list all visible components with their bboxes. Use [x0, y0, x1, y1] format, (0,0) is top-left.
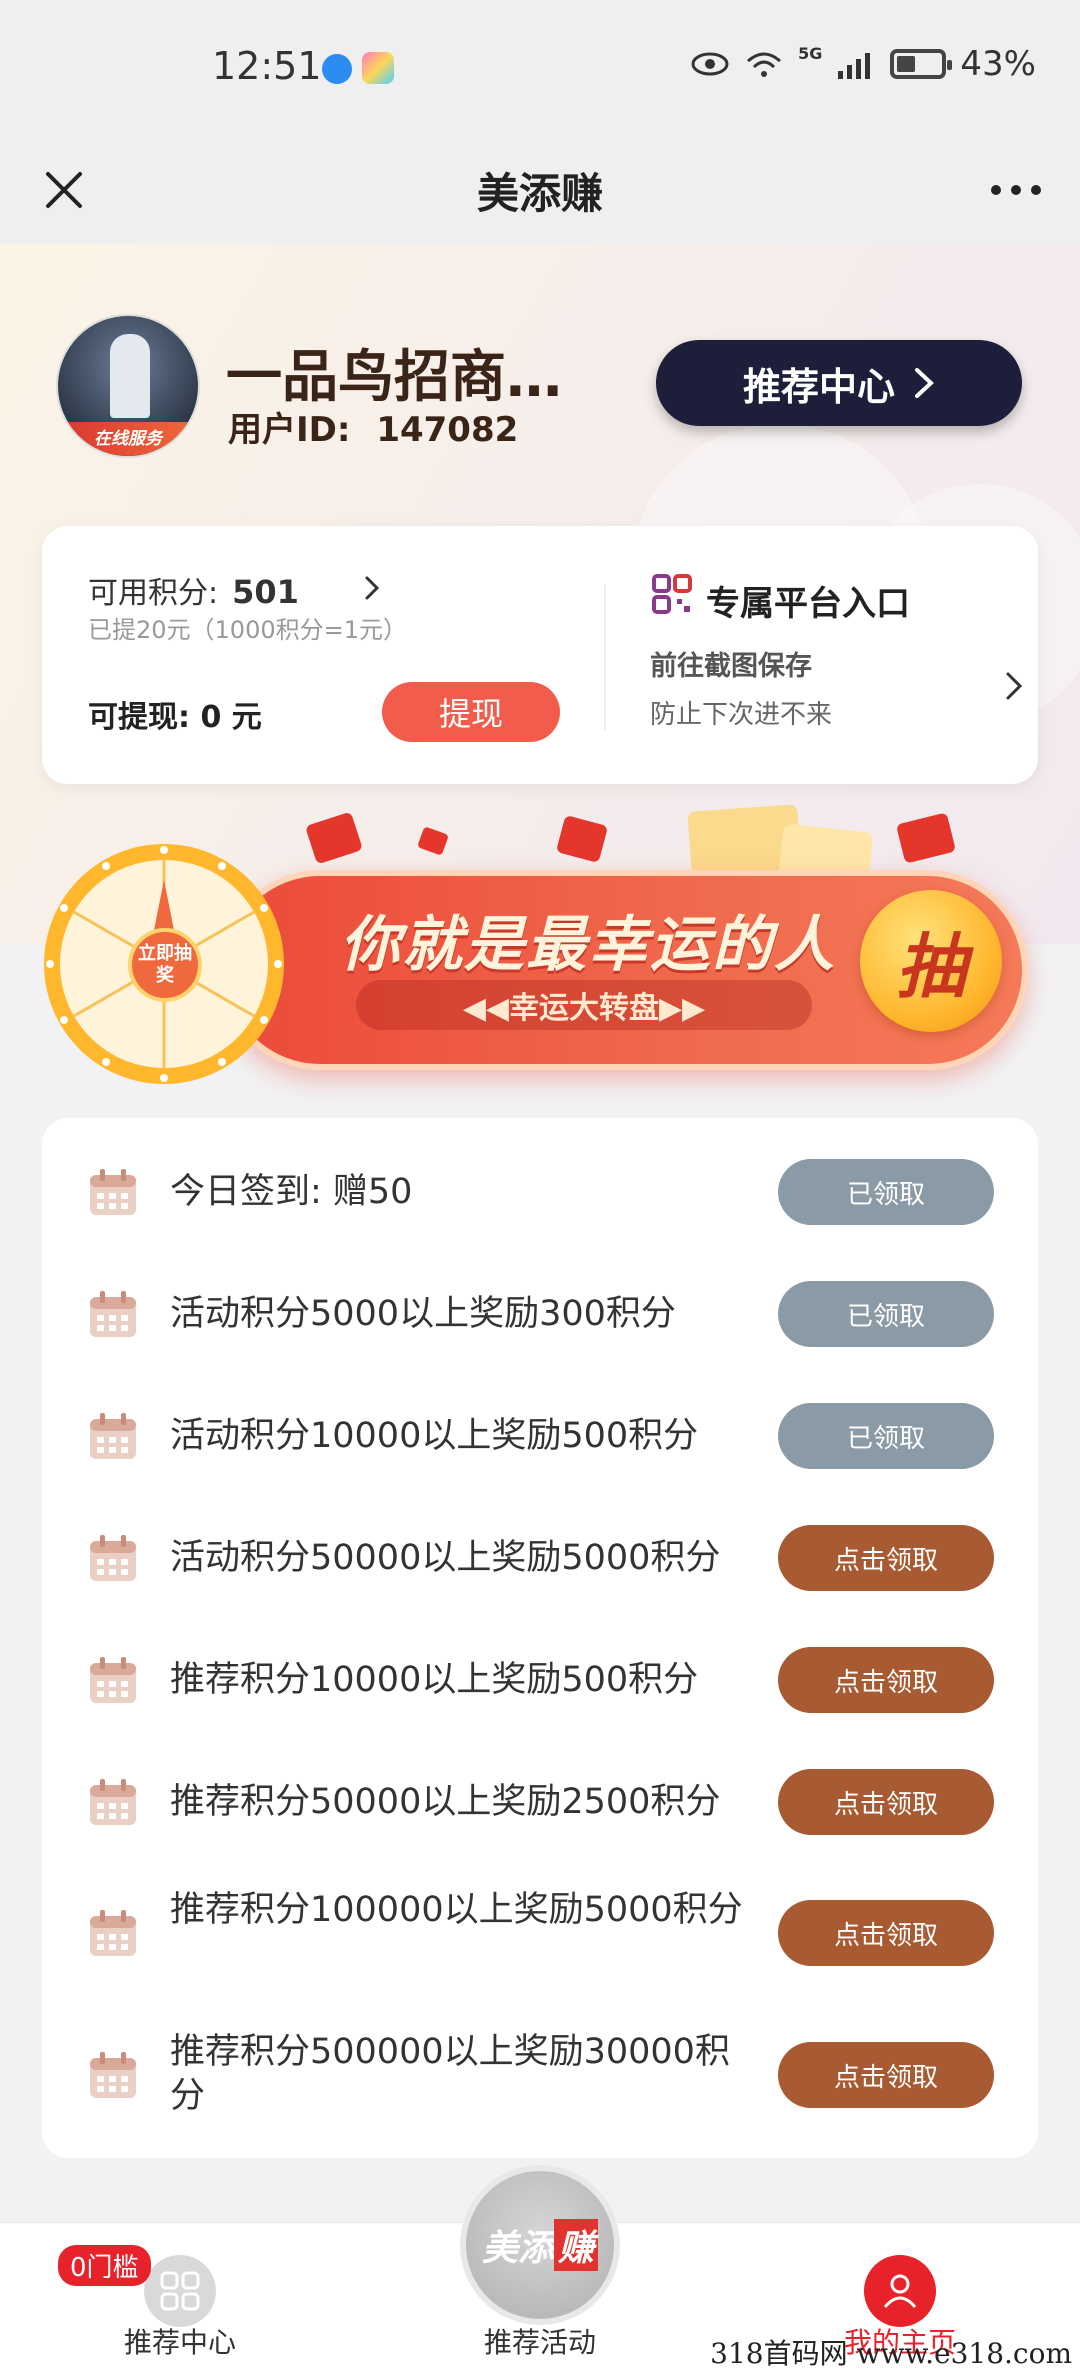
user-icon: [864, 2255, 936, 2327]
network-type: 5G: [798, 44, 823, 63]
points-detail-button[interactable]: [352, 568, 392, 608]
calendar-icon: [90, 1169, 136, 1215]
task-row: 推荐积分10000以上奖励500积分 点击领取: [42, 1634, 1038, 1726]
calendar-icon: [90, 1413, 136, 1459]
task-row: 活动积分50000以上奖励5000积分 点击领取: [42, 1512, 1038, 1604]
task-claim-button[interactable]: 点击领取: [778, 1525, 994, 1591]
task-label: 推荐积分10000以上奖励500积分: [170, 1660, 699, 1700]
more-button[interactable]: [982, 156, 1050, 224]
calendar-icon: [90, 1910, 136, 1956]
calendar-icon: [90, 1657, 136, 1703]
lottery-subtitle: ◀◀幸运大转盘▶▶: [356, 980, 812, 1030]
notification-app-icon: [322, 54, 352, 84]
user-id: 用户ID: 147082: [228, 402, 518, 451]
task-label: 推荐积分50000以上奖励2500积分: [170, 1782, 721, 1822]
task-label: 活动积分50000以上奖励5000积分: [170, 1538, 721, 1578]
grid-icon: [144, 2255, 216, 2327]
task-claim-button[interactable]: 点击领取: [778, 1769, 994, 1835]
task-row: 推荐积分500000以上奖励30000积分 点击领取: [42, 2020, 1038, 2130]
user-id-label: 用户ID:: [228, 410, 351, 450]
tasks-card: 今日签到: 赠50 已领取 活动积分5000以上奖励300积分 已领取 活动积分…: [42, 1118, 1038, 2158]
task-label: 推荐积分500000以上奖励30000积分: [170, 2032, 730, 2116]
task-claim-button[interactable]: 点击领取: [778, 1647, 994, 1713]
recommend-center-label: 推荐中心: [742, 364, 895, 409]
chevron-right-icon: [915, 368, 934, 398]
wifi-icon: [747, 52, 782, 77]
divider: [604, 584, 606, 730]
task-claimed-button[interactable]: 已领取: [778, 1281, 994, 1347]
platform-entry-button[interactable]: [994, 666, 1034, 706]
task-label: 推荐积分100000以上奖励5000积分: [170, 1890, 743, 1930]
lottery-title: 你就是最幸运的人: [340, 910, 836, 980]
withdraw-history-hint: 已提20元（1000积分=1元）: [88, 616, 407, 644]
grid-glyph-icon: [160, 2271, 200, 2311]
more-icon: [991, 185, 1041, 195]
recommend-center-button[interactable]: 推荐中心: [656, 340, 1022, 426]
task-row: 推荐积分50000以上奖励2500积分 点击领取: [42, 1756, 1038, 1848]
chevron-right-icon: [1006, 672, 1023, 700]
tab-label: 推荐活动: [483, 2326, 596, 2359]
calendar-icon: [90, 1779, 136, 1825]
task-row: 活动积分10000以上奖励500积分 已领取: [42, 1390, 1038, 1482]
task-row: 推荐积分100000以上奖励5000积分 点击领取: [42, 1878, 1038, 1988]
bottom-tab-bar: 推荐中心 0门槛 美添赚 推荐活动 我的主页 318首码网 www.e318.c…: [0, 2165, 1080, 2376]
battery-percent: 43%: [960, 44, 1036, 84]
withdraw-button[interactable]: 提现: [382, 682, 560, 742]
task-label: 活动积分5000以上奖励300积分: [170, 1294, 676, 1334]
wheel-spin-button[interactable]: 立即抽奖: [128, 928, 202, 1002]
user-name: 一品鸟招商…: [226, 345, 562, 410]
status-icons: 5G 43%: [690, 44, 1036, 84]
tab-recommend-activity[interactable]: 推荐活动: [410, 2223, 670, 2376]
draw-button[interactable]: 抽: [860, 890, 1002, 1032]
status-bar: 12:51 5G 43%: [0, 0, 1080, 136]
user-id-value: 147082: [376, 410, 519, 450]
avatar-person: [110, 334, 150, 418]
close-icon: [46, 172, 82, 208]
calendar-icon: [90, 1535, 136, 1581]
watermark: 318首码网 www.e318.com: [710, 2337, 1072, 2370]
points-card: 可用积分: 501 已提20元（1000积分=1元） 可提现: 0 元 提现 专属…: [42, 526, 1038, 784]
platform-entry-note: 防止下次进不来: [650, 700, 833, 730]
user-glyph-icon: [883, 2274, 917, 2308]
page-title: 美添赚: [476, 168, 603, 218]
status-time: 12:51: [212, 44, 322, 88]
battery-icon: [890, 49, 953, 79]
task-claim-button[interactable]: 点击领取: [778, 2042, 994, 2108]
task-claimed-button[interactable]: 已领取: [778, 1159, 994, 1225]
task-row: 今日签到: 赠50 已领取: [42, 1146, 1038, 1238]
close-button[interactable]: [30, 156, 98, 224]
avatar-ribbon: 在线服务: [58, 422, 198, 456]
tab-label: 推荐中心: [123, 2326, 236, 2359]
zero-threshold-badge: 0门槛: [58, 2245, 151, 2286]
task-label: 活动积分10000以上奖励500积分: [170, 1416, 699, 1456]
calendar-icon: [90, 1291, 136, 1337]
chevron-right-icon: [365, 576, 380, 600]
available-points-value: 501: [232, 573, 299, 611]
available-points: 可用积分: 501: [88, 568, 299, 612]
nav-bar: 美添赚: [0, 136, 1080, 244]
notification-app-icon-2: [362, 52, 394, 84]
task-row: 活动积分5000以上奖励300积分 已领取: [42, 1268, 1038, 1360]
withdrawable-amount: 可提现: 0 元: [88, 700, 262, 735]
platform-entry-title[interactable]: 专属平台入口: [706, 576, 910, 625]
platform-entry-subtitle: 前往截图保存: [650, 651, 812, 682]
task-claimed-button[interactable]: 已领取: [778, 1403, 994, 1469]
calendar-icon: [90, 2052, 136, 2098]
signal-icon: [838, 53, 871, 79]
task-claim-button[interactable]: 点击领取: [778, 1900, 994, 1966]
eye-icon: [691, 52, 729, 76]
avatar[interactable]: 在线服务: [56, 314, 200, 458]
available-points-label: 可用积分:: [88, 576, 219, 611]
task-label: 今日签到: 赠50: [170, 1172, 413, 1212]
qr-code-icon: [652, 574, 692, 614]
lottery-banner[interactable]: 你就是最幸运的人 ◀◀幸运大转盘▶▶ 抽 立即抽奖: [40, 800, 1040, 1090]
